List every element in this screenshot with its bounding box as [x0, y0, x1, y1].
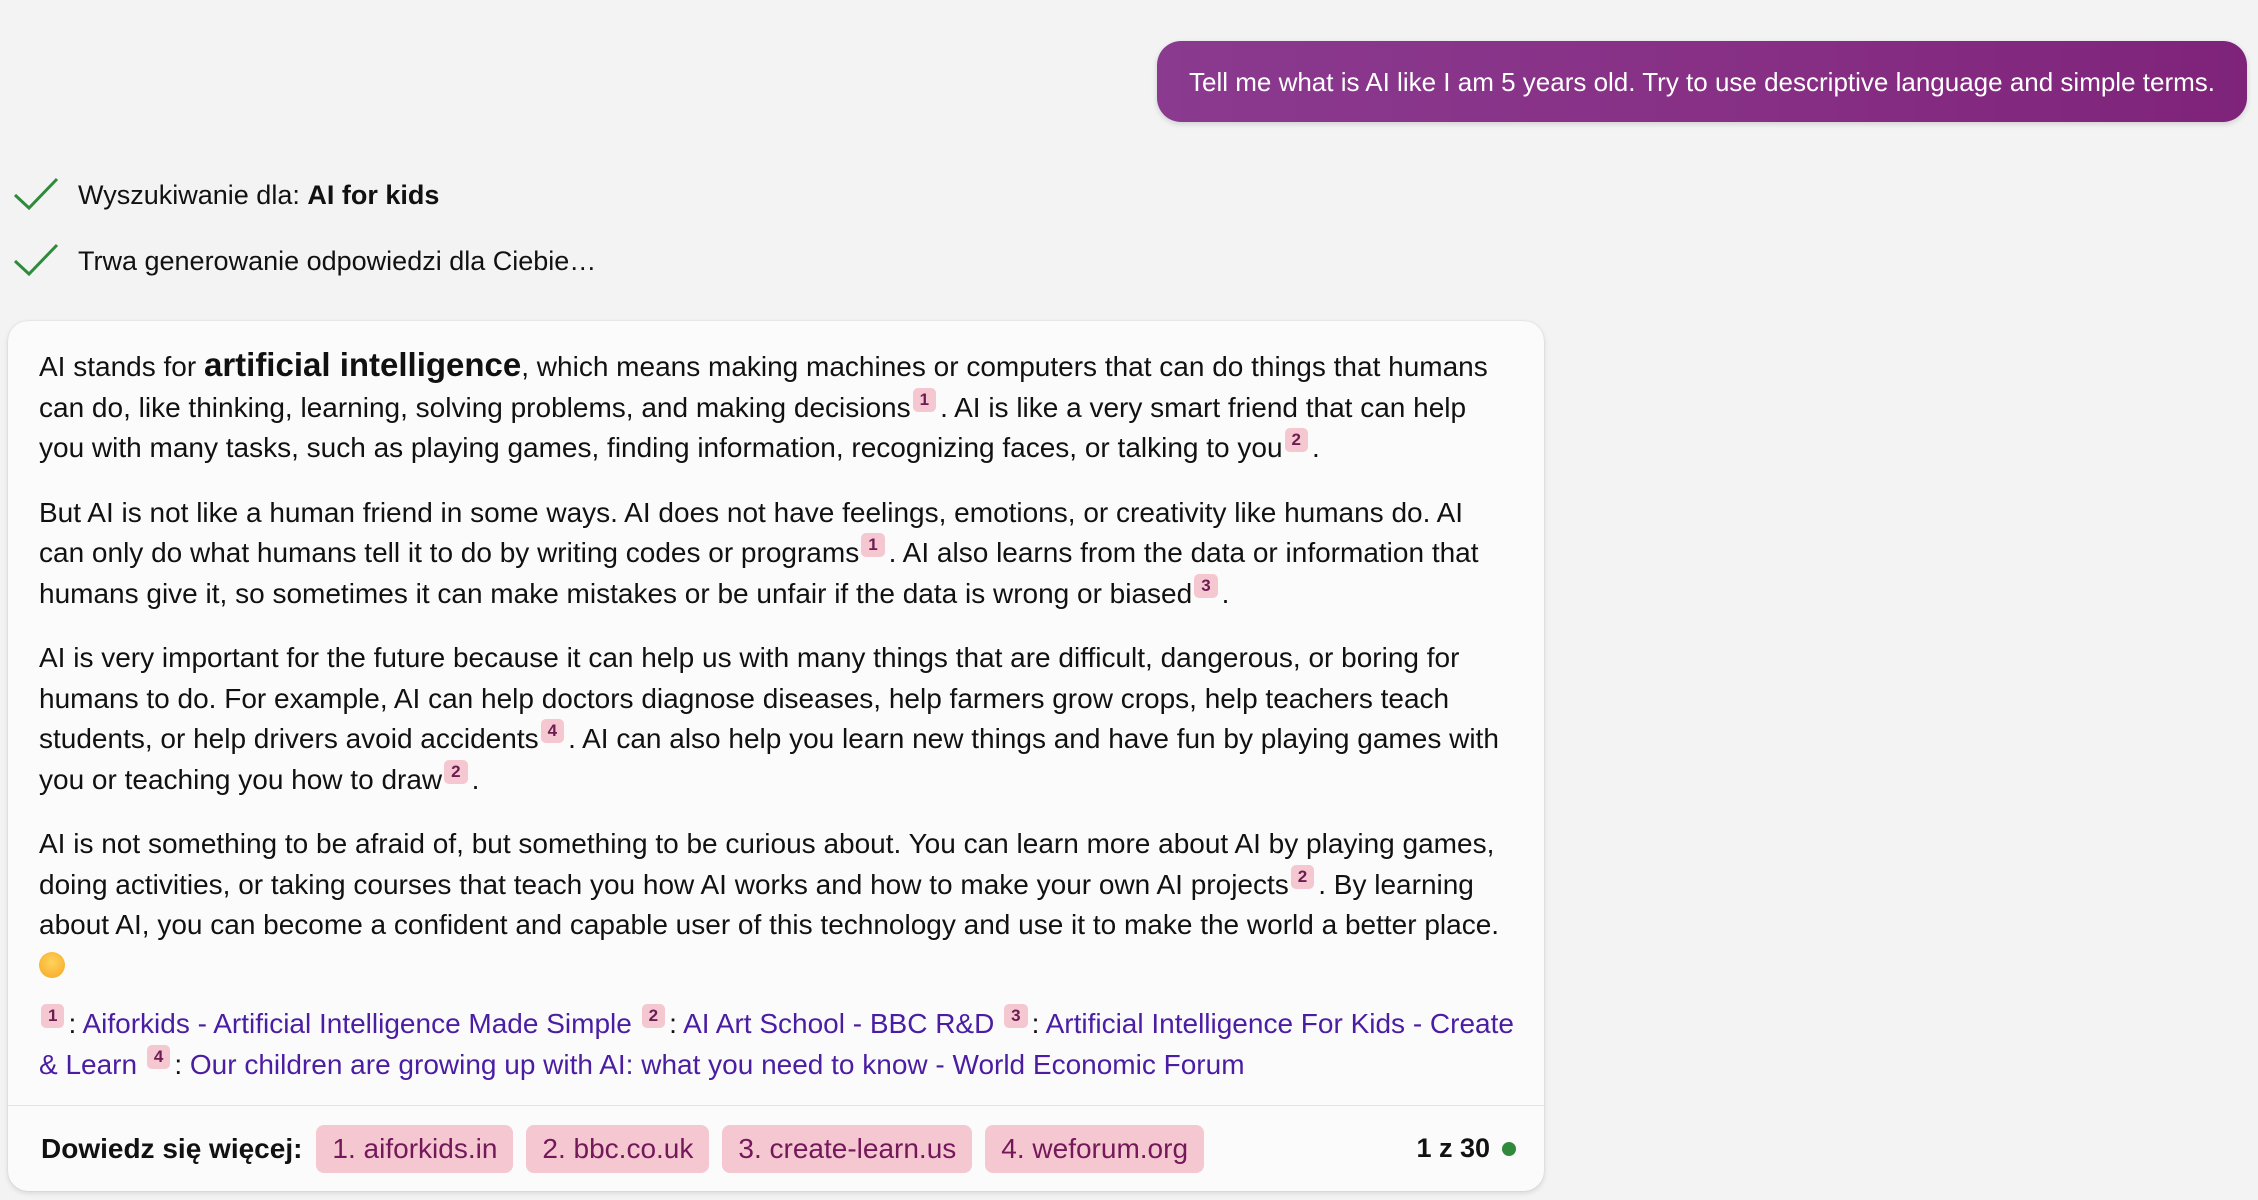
- references-list: 1: Aiforkids - Artificial Intelligence M…: [39, 1004, 1514, 1080]
- reference-link[interactable]: AI Art School - BBC R&D: [683, 1008, 994, 1039]
- answer-paragraph: AI is not something to be afraid of, but…: [39, 824, 1514, 986]
- text: .: [471, 763, 480, 795]
- answer-content: AI stands for artificial intelligence, w…: [8, 321, 1544, 1085]
- status-dot-icon: [1502, 1141, 1516, 1156]
- generating-text: Trwa generowanie odpowiedzi dla Ciebie…: [78, 245, 597, 276]
- smiley-emoji-icon: [39, 951, 65, 978]
- citation-badge[interactable]: 2: [444, 759, 468, 784]
- reference-link[interactable]: Our children are growing up with AI: wha…: [190, 1049, 1245, 1080]
- source-pill[interactable]: 1. aiforkids.in: [316, 1124, 514, 1173]
- answer-paragraph: But AI is not like a human friend in som…: [39, 493, 1514, 615]
- source-pill[interactable]: 3. create-learn.us: [722, 1124, 973, 1173]
- response-count-text: 1 z 30: [1416, 1133, 1490, 1163]
- learn-more-label: Dowiedz się więcej:: [41, 1132, 303, 1164]
- answer-paragraph: AI is very important for the future beca…: [39, 638, 1514, 800]
- search-status: Wyszukiwanie dla: AI for kids: [12, 175, 439, 215]
- citation-badge[interactable]: 2: [1284, 428, 1308, 452]
- checkmark-icon: [13, 177, 59, 211]
- citation-badge[interactable]: 4: [540, 719, 565, 743]
- text: AI is not something to be afraid of, but…: [39, 828, 1495, 900]
- checkmark-icon: [13, 243, 59, 277]
- answer-paragraph: AI stands for artificial intelligence, w…: [39, 345, 1514, 469]
- citation-badge[interactable]: 1: [861, 533, 885, 557]
- response-counter: 1 z 30: [1416, 1133, 1516, 1164]
- search-query: AI for kids: [307, 179, 440, 210]
- user-message-bubble: Tell me what is AI like I am 5 years old…: [1156, 41, 2247, 122]
- citation-badge[interactable]: 4: [146, 1044, 171, 1069]
- text: AI stands for: [39, 351, 204, 382]
- citation-badge[interactable]: 1: [41, 1004, 65, 1028]
- highlight-term: artificial intelligence: [203, 346, 522, 383]
- citation-badge[interactable]: 3: [1194, 573, 1218, 598]
- citation-badge[interactable]: 2: [641, 1004, 666, 1028]
- citation-badge[interactable]: 2: [1290, 864, 1315, 889]
- citation-badge[interactable]: 3: [1004, 1004, 1028, 1028]
- citation-badge[interactable]: 1: [912, 387, 937, 412]
- text: .: [1312, 432, 1320, 463]
- generating-status: Trwa generowanie odpowiedzi dla Ciebie…: [12, 241, 596, 281]
- learn-more-bar: Dowiedz się więcej: 1. aiforkids.in 2. b…: [8, 1105, 1544, 1191]
- source-pill[interactable]: 4. weforum.org: [985, 1124, 1205, 1173]
- source-pill[interactable]: 2. bbc.co.uk: [526, 1124, 710, 1173]
- search-prefix: Wyszukiwanie dla:: [78, 179, 300, 210]
- reference-link[interactable]: Aiforkids - Artificial Intelligence Made…: [82, 1008, 631, 1039]
- text: .: [1221, 577, 1230, 609]
- answer-card: AI stands for artificial intelligence, w…: [8, 321, 1544, 1191]
